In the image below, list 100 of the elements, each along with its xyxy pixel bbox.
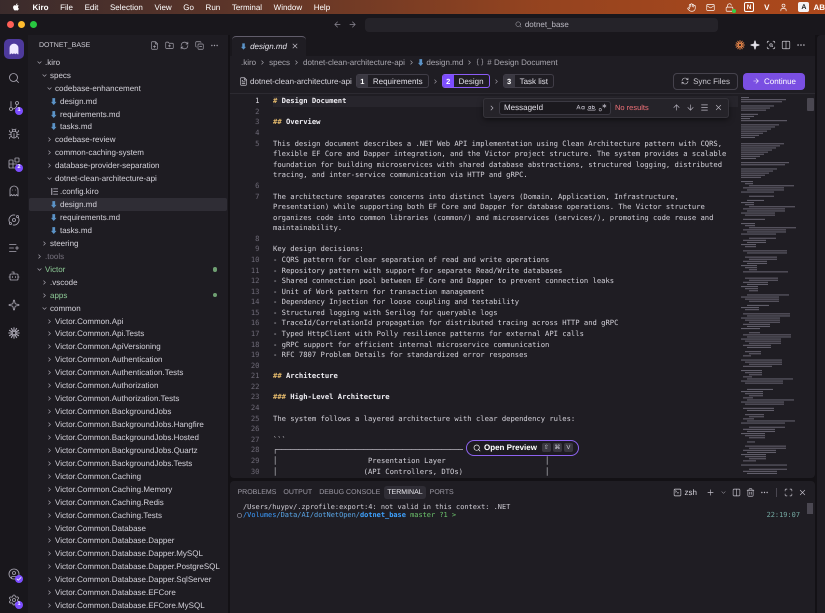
tree-item[interactable]: Victor.Common.BackgroundJobs.Tests <box>29 456 227 470</box>
scrollbar-thumb[interactable] <box>807 98 814 112</box>
mail-icon[interactable] <box>706 2 716 12</box>
tree-item[interactable]: specs <box>29 68 227 82</box>
menu-item[interactable]: File <box>60 2 73 12</box>
tree-item[interactable]: tasks.md <box>29 120 227 134</box>
hand-icon[interactable] <box>687 2 696 12</box>
tree-item[interactable]: common-caching-system <box>29 146 227 160</box>
close-icon[interactable] <box>714 103 723 112</box>
tree-item[interactable]: apps <box>29 288 227 302</box>
command-center-search[interactable]: dotnet_base <box>365 18 718 32</box>
tree-item[interactable]: requirements.md <box>29 211 227 224</box>
close-window-icon[interactable] <box>6 21 14 28</box>
zoom-window-icon[interactable] <box>30 21 37 28</box>
tree-item[interactable]: design.md <box>29 94 227 108</box>
caret-icon[interactable] <box>720 488 727 496</box>
new-file-icon[interactable] <box>150 40 158 50</box>
menu-item[interactable]: Window <box>274 2 302 12</box>
breadcrumb-item[interactable]: specs <box>269 58 290 67</box>
sync-files-button[interactable]: Sync Files <box>673 72 738 90</box>
scrollbar-thumb[interactable] <box>807 503 813 514</box>
tree-item[interactable]: tasks.md <box>29 224 227 237</box>
activity-button[interactable] <box>4 39 24 60</box>
tree-item[interactable]: codebase-enhancement <box>29 82 227 95</box>
terminal-profile-button[interactable]: zsh <box>672 488 697 496</box>
scan-search-icon[interactable] <box>766 40 776 50</box>
menu-app-name[interactable]: Kiro <box>32 2 48 12</box>
menu-item[interactable]: Help <box>314 2 330 12</box>
new-folder-icon[interactable] <box>164 40 174 50</box>
menu-extra-label[interactable]: V <box>764 2 770 12</box>
tree-item[interactable]: Victor.Common.Caching.Memory <box>29 482 227 496</box>
menu-item[interactable]: Terminal <box>232 2 262 12</box>
close-icon[interactable] <box>291 42 299 50</box>
minimize-window-icon[interactable] <box>18 21 26 28</box>
continue-button[interactable]: Continue <box>742 72 805 90</box>
trash-icon[interactable] <box>746 488 755 496</box>
tree-item[interactable]: Victor.Common.Database.EFCore.MySQL <box>29 599 227 612</box>
tree-item[interactable]: Victor.Common.Database.Dapper <box>29 534 227 548</box>
tree-item[interactable]: Victor.Common.Caching.Redis <box>29 496 227 509</box>
refresh-icon[interactable] <box>180 40 188 50</box>
menu-extra-label[interactable]: AB <box>813 2 825 12</box>
tree-item[interactable]: Victor.Common.BackgroundJobs <box>29 405 227 418</box>
sparkle-icon[interactable] <box>750 40 760 50</box>
tree-item[interactable]: Victor.Common.Api.Tests <box>29 327 227 340</box>
arrow-down-icon[interactable] <box>686 103 695 112</box>
tree-item[interactable]: Victor.Common.Caching.Tests <box>29 508 227 522</box>
tree-item[interactable]: .vscode <box>29 276 227 289</box>
tree-item[interactable]: Victor.Common.Api <box>29 314 227 328</box>
plus-icon[interactable] <box>706 488 715 496</box>
tree-item[interactable]: .kiro <box>29 56 227 69</box>
tree-item[interactable]: Victor.Common.Database.Dapper.SqlServer <box>29 573 227 586</box>
lines-icon[interactable] <box>700 103 709 112</box>
tree-item[interactable]: requirements.md <box>29 108 227 120</box>
lock-icon[interactable] <box>725 2 734 12</box>
burst-icon[interactable] <box>735 40 745 50</box>
tree-item[interactable]: Victor.Common.Authorization <box>29 379 227 392</box>
tree-item[interactable]: steering <box>29 236 227 250</box>
editor-tab[interactable]: design.md <box>232 36 306 56</box>
regex-icon[interactable] <box>598 103 607 112</box>
tree-item[interactable]: .config.kiro <box>29 185 227 198</box>
person-icon[interactable] <box>779 2 788 12</box>
tree-item[interactable]: database-provider-separation <box>29 159 227 172</box>
whole-word-icon[interactable] <box>587 103 596 112</box>
forward-arrow-icon[interactable] <box>348 20 357 29</box>
split-icon[interactable] <box>732 488 741 496</box>
back-arrow-icon[interactable] <box>332 20 342 29</box>
tree-item[interactable]: Victor.Common.Database.Dapper.PostgreSQL <box>29 560 227 574</box>
tree-item[interactable]: Victor.Common.Authentication <box>29 353 227 366</box>
menu-item[interactable]: Run <box>206 2 220 12</box>
tree-item[interactable]: Victor.Common.Database.Dapper.MySQL <box>29 547 227 560</box>
tree-item[interactable]: design.md <box>29 198 227 212</box>
tree-item[interactable]: Victor.Common.ApiVersioning <box>29 340 227 354</box>
tree-item[interactable]: Victor <box>29 262 227 276</box>
collapse-icon[interactable] <box>194 40 204 50</box>
tree-item[interactable]: Victor.Common.Authentication.Tests <box>29 366 227 380</box>
tree-item[interactable]: Victor.Common.BackgroundJobs.Hangfire <box>29 418 227 431</box>
breadcrumb-item[interactable]: design.md <box>418 58 464 67</box>
tree-item[interactable]: dotnet-clean-architecture-api <box>29 172 227 186</box>
maximize-icon[interactable] <box>784 488 793 496</box>
match-case-icon[interactable] <box>576 103 585 112</box>
tree-item[interactable]: .tools <box>29 250 227 263</box>
tree-item[interactable]: Victor.Common.Authorization.Tests <box>29 392 227 406</box>
menu-item[interactable]: Selection <box>110 2 143 12</box>
split-icon[interactable] <box>780 40 791 50</box>
find-input[interactable]: MessageId <box>499 100 611 114</box>
breadcrumb-item[interactable]: .kiro <box>241 58 256 67</box>
tree-item[interactable]: common <box>29 302 227 315</box>
menu-item[interactable]: View <box>154 2 172 12</box>
chevron-icon[interactable] <box>488 104 496 112</box>
tree-item[interactable]: Victor.Common.BackgroundJobs.Quartz <box>29 444 227 457</box>
tree-item[interactable]: Victor.Common.BackgroundJobs.Hosted <box>29 430 227 444</box>
breadcrumb-item[interactable]: dotnet-clean-architecture-api <box>303 58 405 67</box>
breadcrumb-item[interactable]: # Design Document <box>476 58 558 67</box>
tree-item[interactable]: codebase-review <box>29 133 227 146</box>
arrow-up-icon[interactable] <box>672 103 681 112</box>
tree-item[interactable]: Victor.Common.Caching <box>29 470 227 483</box>
menu-item[interactable]: Edit <box>84 2 98 12</box>
menu-item[interactable]: Go <box>183 2 194 12</box>
tree-item[interactable]: Victor.Common.Database.EFCore <box>29 586 227 600</box>
close-icon[interactable] <box>798 488 807 496</box>
